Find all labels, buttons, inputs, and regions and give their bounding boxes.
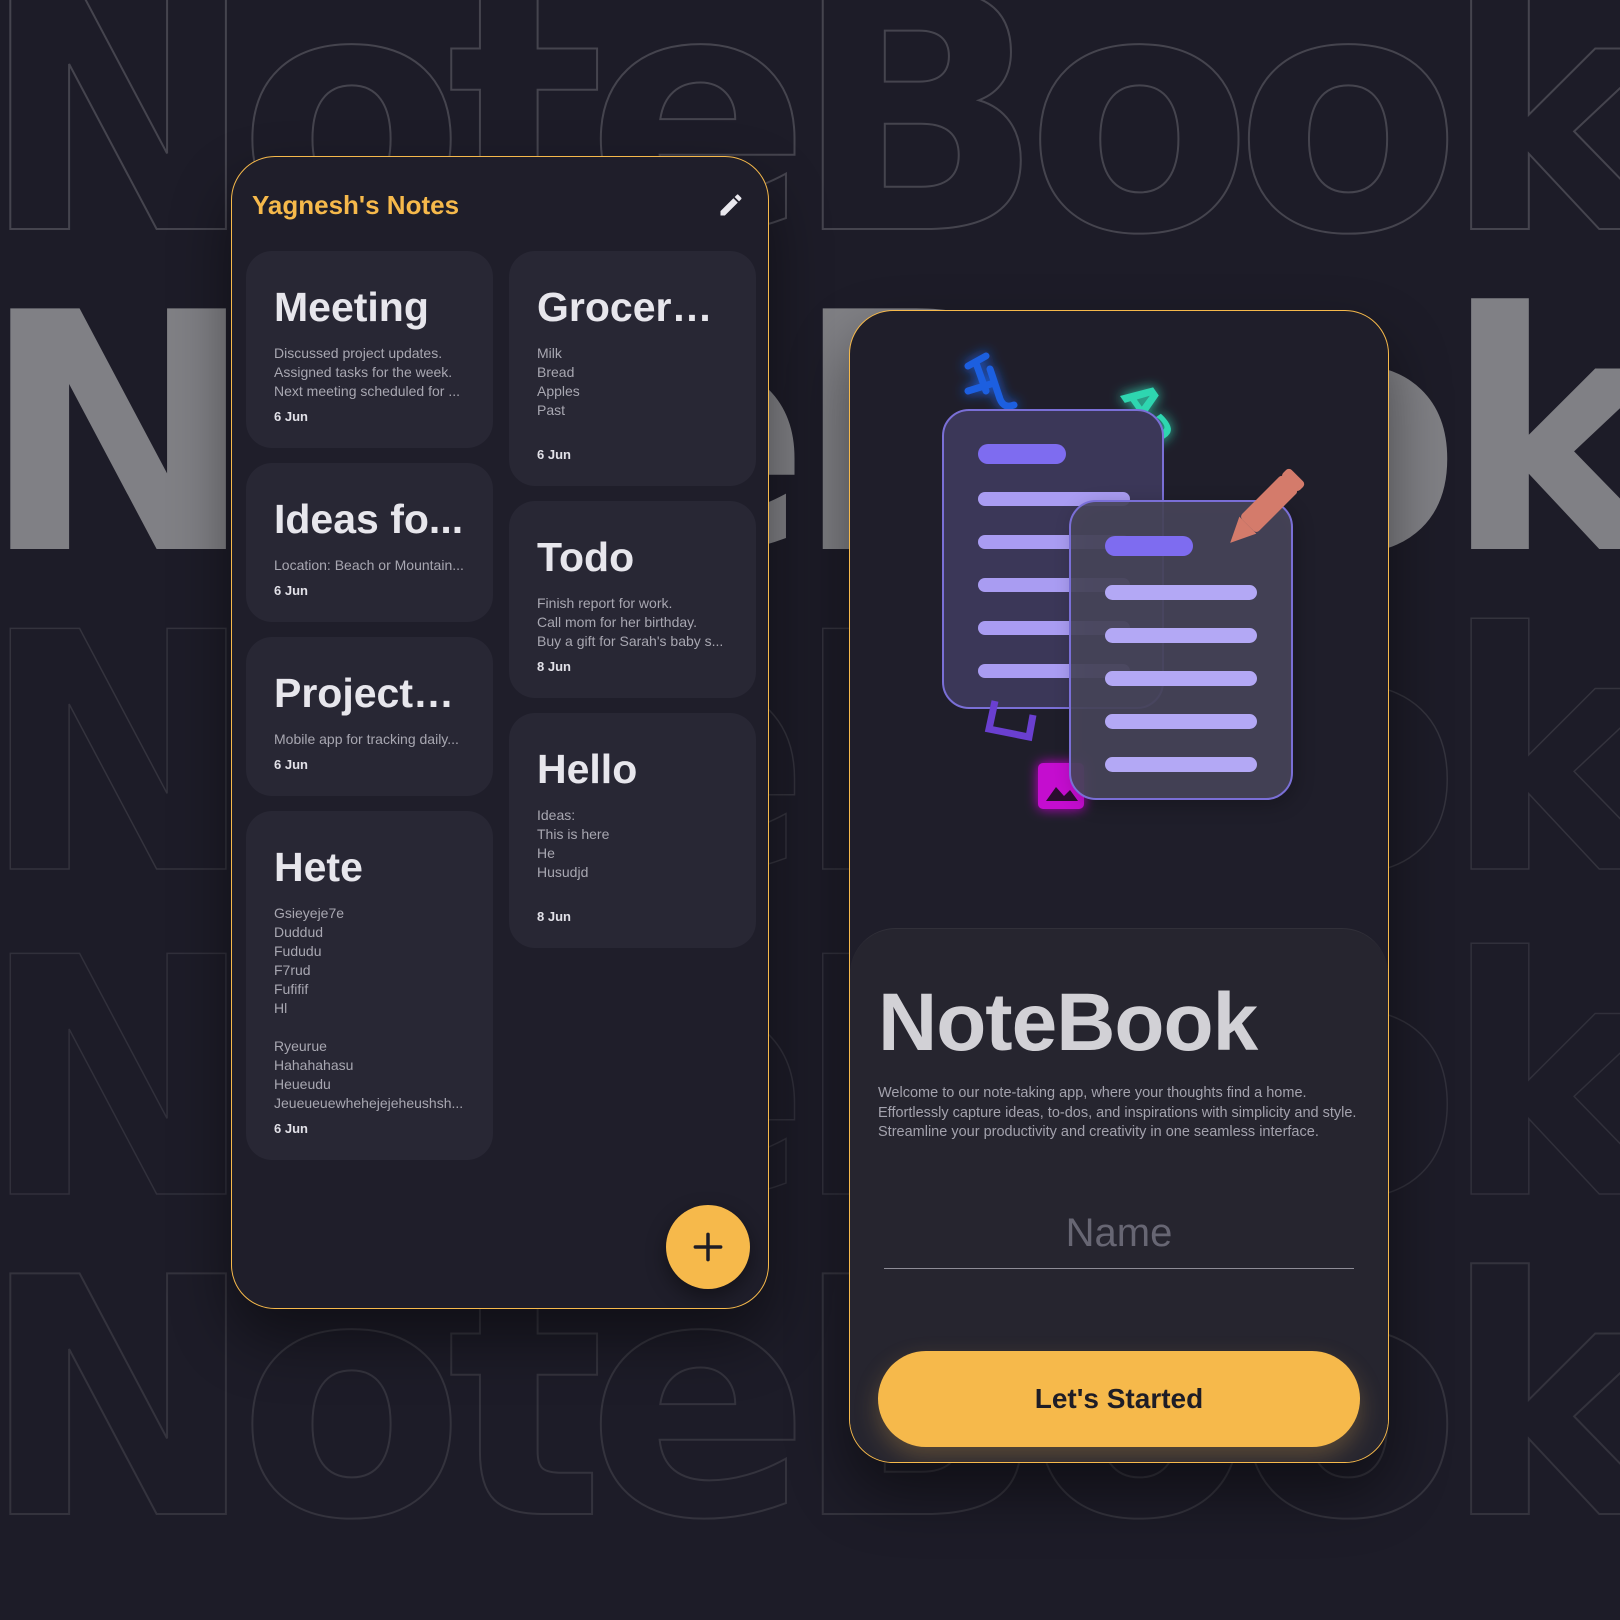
doc-line-bar	[1105, 671, 1257, 686]
note-line: Call mom for her birthday.	[537, 614, 698, 631]
note-preview: Finish report for work. Call mom for her…	[537, 594, 728, 651]
doc-line-bar	[1105, 628, 1257, 643]
note-line: Discussed project updates.	[274, 345, 443, 362]
note-card[interactable]: Project i... Mobile app for tracking dai…	[246, 637, 493, 797]
note-preview: Milk Bread Apples Past	[537, 344, 728, 439]
note-line	[537, 420, 728, 439]
note-line: Hahahahasu	[274, 1057, 354, 1074]
welcome-sheet: NoteBook Welcome to our note-taking app,…	[850, 928, 1388, 1462]
note-line: Milk	[537, 345, 562, 362]
text-glyph-icon	[964, 352, 1018, 410]
note-preview: Ideas: This is here He Husudjd	[537, 806, 728, 901]
note-line: Duddud	[274, 924, 324, 941]
note-card[interactable]: Hete Gsieyeje7e Duddud Fududu F7rud Fufi…	[246, 811, 493, 1161]
note-title: Ideas fo...	[274, 497, 464, 543]
note-line: Assigned tasks for the week.	[274, 364, 453, 381]
name-input[interactable]	[884, 1199, 1354, 1269]
note-line: Ideas:	[537, 807, 576, 824]
note-title: Grocery ...	[537, 285, 728, 330]
note-title: Hello	[537, 747, 638, 793]
edit-button[interactable]	[714, 188, 748, 222]
lets-started-button[interactable]: Let's Started	[878, 1351, 1360, 1447]
note-card[interactable]: Grocery ... Milk Bread Apples Past 6 Jun	[509, 251, 756, 487]
note-line: Apples	[537, 383, 580, 400]
note-title: Todo	[537, 535, 635, 581]
app-title: Yagnesh's Notes	[252, 189, 460, 220]
note-line: Gsieyeje7e	[274, 905, 345, 922]
note-line: Past	[537, 402, 566, 419]
note-date: 6 Jun	[274, 409, 308, 425]
notes-screen: Yagnesh's Notes Meeting Discussed projec…	[231, 156, 769, 1309]
note-date: 6 Jun	[274, 757, 308, 773]
note-date: 8 Jun	[537, 659, 571, 675]
doc-line-bar	[1105, 585, 1257, 600]
note-line: Bread	[537, 364, 575, 381]
note-line	[537, 882, 728, 901]
note-card[interactable]: Meeting Discussed project updates. Assig…	[246, 251, 493, 449]
note-line: Husudjd	[537, 864, 589, 881]
note-date: 8 Jun	[537, 909, 571, 925]
note-date: 6 Jun	[274, 1121, 308, 1137]
note-line: Next meeting scheduled for ...	[274, 383, 460, 400]
note-preview: Location: Beach or Mountain...	[274, 556, 465, 575]
add-note-button[interactable]	[666, 1205, 750, 1289]
note-line	[274, 1018, 465, 1037]
note-line: Fududu	[274, 943, 322, 960]
note-line: Ryeurue	[274, 1038, 327, 1055]
note-card[interactable]: Todo Finish report for work. Call mom fo…	[509, 501, 756, 699]
welcome-screen: Aa NoteBook W	[849, 310, 1389, 1463]
note-line: Location: Beach or Mountain...	[274, 557, 464, 574]
app-description: Welcome to our note-taking app, where yo…	[878, 1085, 1357, 1140]
note-line: F7rud	[274, 962, 311, 979]
app-name-title: NoteBook	[878, 977, 1258, 1068]
doc-line-bar	[1105, 757, 1257, 772]
note-line: He	[537, 845, 555, 862]
note-date: 6 Jun	[274, 583, 308, 599]
note-preview: Gsieyeje7e Duddud Fududu F7rud Fufifif H…	[274, 904, 465, 1113]
doc-line-bar	[1105, 714, 1257, 729]
documents-illustration: Aa	[942, 352, 1305, 809]
note-line: This is here	[537, 826, 610, 843]
plus-icon	[693, 1232, 723, 1262]
app-header: Yagnesh's Notes	[252, 185, 748, 225]
note-card[interactable]: Ideas fo... Location: Beach or Mountain.…	[246, 463, 493, 623]
note-preview: Mobile app for tracking daily...	[274, 730, 465, 749]
note-line: Heueudu	[274, 1076, 331, 1093]
note-title: Project i...	[274, 671, 465, 717]
notes-column-left: Meeting Discussed project updates. Assig…	[246, 251, 493, 1175]
notes-column-right: Grocery ... Milk Bread Apples Past 6 Jun…	[509, 251, 756, 963]
note-title: Hete	[274, 845, 363, 891]
note-title: Meeting	[274, 285, 429, 330]
note-card[interactable]: Hello Ideas: This is here He Husudjd 8 J…	[509, 713, 756, 949]
note-date: 6 Jun	[537, 447, 571, 463]
note-line: Fufifif	[274, 981, 309, 998]
note-line: Hl	[274, 1000, 288, 1017]
doc-heading-bar	[978, 444, 1066, 464]
note-line: Finish report for work.	[537, 595, 673, 612]
note-line: Jeueueuewhehejejeheushsh...	[274, 1095, 464, 1112]
note-line: Buy a gift for Sarah's baby s...	[537, 633, 724, 650]
note-preview: Discussed project updates. Assigned task…	[274, 344, 465, 401]
pencil-icon	[720, 194, 742, 216]
doc-heading-bar	[1105, 536, 1193, 556]
note-line: Mobile app for tracking daily...	[274, 731, 459, 748]
